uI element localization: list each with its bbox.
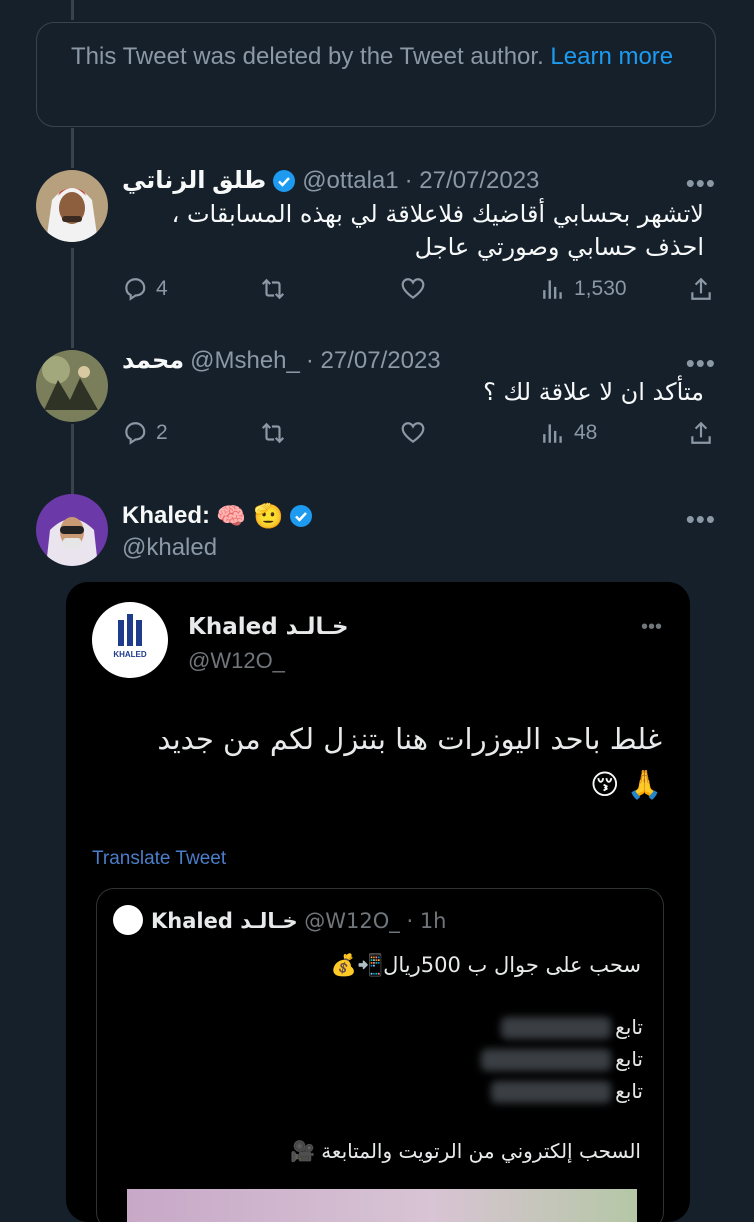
learn-more-link[interactable]: Learn more (550, 43, 673, 70)
user-handle[interactable]: @ottala1 (302, 167, 398, 195)
deleted-tweet-notice: This Tweet was deleted by the Tweet auth… (36, 22, 716, 127)
retweet-icon (261, 278, 285, 300)
more-options-icon[interactable]: ••• (686, 168, 716, 199)
reply-count: 4 (156, 277, 168, 300)
thread-line-3 (71, 424, 74, 494)
retweet-button[interactable] (260, 276, 286, 302)
blurred-username (481, 1049, 611, 1071)
screenshot-handle: @W12O_ (188, 648, 285, 673)
quoted-tweet: Khaled خـالـد @W12O_ · 1h سحب على جوال ب… (96, 888, 664, 1222)
screenshot-text: غلط باحد اليوزرات هنا بتنزل لكم من جديد (157, 722, 662, 756)
quote-follow-1: تابع (615, 1015, 643, 1039)
tweet-actions: 2 48 (122, 420, 716, 450)
thread-line-1 (71, 128, 74, 168)
quote-line1: سحب على جوال ب 500ريال📲💰 (330, 953, 641, 977)
retweet-button[interactable] (260, 420, 286, 446)
tweet-date[interactable]: · 27/07/2023 (306, 347, 441, 375)
avatar[interactable] (36, 494, 108, 566)
user-name[interactable]: طلق الزناتي (122, 166, 266, 195)
user-handle[interactable]: @Msheh_ (190, 347, 300, 375)
translate-tweet-link: Translate Tweet (92, 848, 227, 869)
thread-line-top (71, 0, 74, 20)
views-button[interactable]: 48 (540, 420, 597, 446)
heart-icon (401, 422, 425, 443)
quote-user-name: Khaled خـالـد (151, 909, 298, 933)
screenshot-emojis: 😚 🙏 (590, 769, 662, 800)
tweet-header: طلق الزناتي @ottala1 · 27/07/2023 (122, 166, 539, 195)
reply-icon (125, 278, 146, 301)
screenshot-user-name: Khaled خـالـد (188, 614, 349, 640)
reply-count: 2 (156, 421, 168, 444)
verified-badge-icon (290, 505, 313, 527)
heart-icon (401, 278, 425, 299)
like-button[interactable] (400, 276, 426, 302)
retweet-icon (261, 422, 285, 444)
user-name[interactable]: محمد (122, 346, 184, 375)
more-options-icon[interactable]: ••• (686, 504, 716, 535)
tweet-text: متأكد ان لا علاقة لك ؟ (483, 378, 704, 406)
tweet-media-image[interactable]: KHALED Khaled خـالـد @W12O_ ••• غلط باحد… (66, 582, 690, 1222)
tweet-actions: 4 1,530 (122, 276, 716, 306)
tweet-header: Khaled: 🧠 🫡 (122, 502, 313, 530)
quote-follow-2: تابع (615, 1047, 643, 1071)
user-handle[interactable]: @khaled (122, 534, 217, 562)
share-button[interactable] (688, 420, 714, 446)
quote-media-preview (127, 1189, 637, 1222)
share-button[interactable] (688, 276, 714, 302)
quote-header: Khaled خـالـد @W12O_ · 1h (151, 909, 447, 933)
views-icon (543, 280, 562, 299)
verified-badge-icon (273, 169, 296, 192)
screenshot-tweet: KHALED Khaled خـالـد @W12O_ ••• غلط باحد… (66, 582, 690, 1222)
user-name[interactable]: Khaled: (122, 502, 210, 530)
quote-follow-3: تابع (615, 1079, 643, 1103)
tweet-date[interactable]: · 27/07/2023 (405, 167, 540, 195)
screenshot-more-icon: ••• (640, 616, 662, 638)
screenshot-avatar: KHALED (92, 602, 168, 678)
quote-last-line: السحب إلكتروني من الرتويت والمتابعة 🎥 (289, 1139, 641, 1163)
like-button[interactable] (400, 420, 426, 446)
tweet-header: محمد @Msheh_ · 27/07/2023 (122, 346, 441, 375)
blurred-username (501, 1017, 611, 1039)
deleted-notice-text: This Tweet was deleted by the Tweet auth… (71, 43, 544, 70)
quote-handle: @W12O_ · 1h (304, 909, 447, 933)
thread-line-2 (71, 248, 74, 348)
reply-icon (125, 422, 146, 445)
quote-avatar (113, 905, 143, 935)
views-count: 48 (574, 421, 598, 444)
more-options-icon[interactable]: ••• (686, 348, 716, 379)
blurred-username (491, 1081, 611, 1103)
share-icon (691, 421, 711, 444)
share-icon (691, 277, 711, 300)
views-icon (543, 424, 562, 443)
name-emojis: 🧠 🫡 (216, 502, 284, 530)
views-button[interactable]: 1,530 (540, 276, 627, 302)
tweet-text: لاتشهر بحسابي أقاضيك فلاعلاقة لي بهذه ال… (171, 200, 704, 261)
views-count: 1,530 (574, 277, 627, 300)
reply-button[interactable]: 4 (122, 276, 168, 302)
avatar[interactable] (36, 170, 108, 242)
reply-button[interactable]: 2 (122, 420, 168, 446)
khaled-logo-icon (118, 614, 142, 646)
avatar[interactable] (36, 350, 108, 422)
logo-label: KHALED (113, 650, 147, 659)
